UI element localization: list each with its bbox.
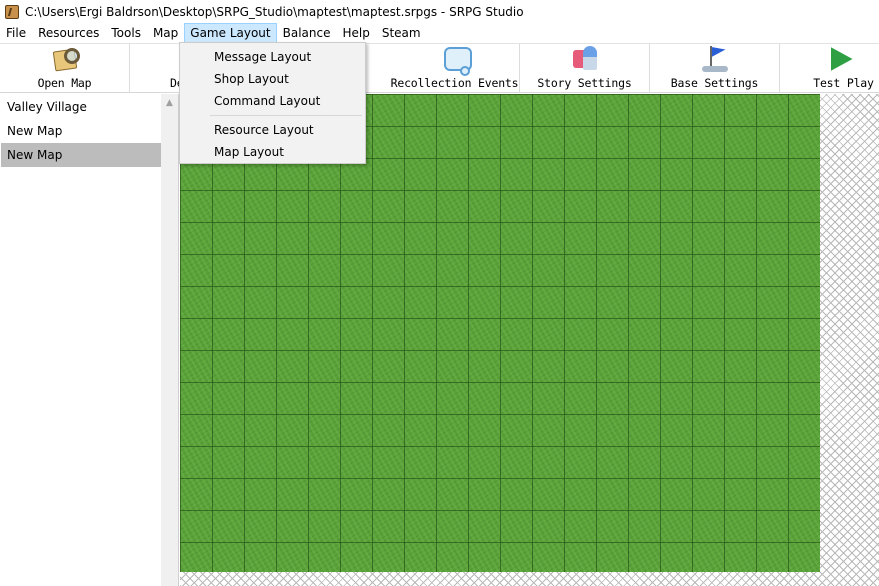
title-bar: C:\Users\Ergi Baldrson\Desktop\SRPG_Stud… [0, 0, 879, 23]
menu-item-map-layout[interactable]: Map Layout [181, 141, 364, 163]
menu-item-message-layout[interactable]: Message Layout [181, 46, 364, 68]
test-play-label: Test Play [813, 76, 874, 90]
menu-balance[interactable]: Balance [277, 23, 337, 43]
sidebar-scrollbar[interactable]: ▲ [161, 94, 178, 586]
menu-tools[interactable]: Tools [105, 23, 147, 43]
map-list-item[interactable]: New Map [1, 119, 161, 143]
map-magnifier-icon [50, 44, 80, 74]
menu-separator [210, 115, 362, 116]
flag-icon [700, 44, 730, 74]
menu-game-layout[interactable]: Game Layout [184, 23, 277, 43]
speech-bubble-icon [440, 44, 472, 76]
map-list-panel: Valley Village New Map New Map ▲ [0, 94, 179, 586]
map-list-item[interactable]: Valley Village [1, 95, 161, 119]
scroll-up-icon[interactable]: ▲ [161, 94, 178, 111]
recollection-events-button[interactable]: Recollection Events [390, 44, 520, 93]
recollection-events-label: Recollection Events [390, 76, 519, 90]
window-title: C:\Users\Ergi Baldrson\Desktop\SRPG_Stud… [25, 4, 524, 19]
menu-item-command-layout[interactable]: Command Layout [181, 90, 364, 112]
map-list-item-selected[interactable]: New Map [1, 143, 161, 167]
open-map-button[interactable]: Open Map [0, 44, 130, 93]
menu-file[interactable]: File [0, 23, 32, 43]
menu-help[interactable]: Help [336, 23, 375, 43]
base-settings-button[interactable]: Base Settings [650, 44, 780, 93]
story-scroll-icon [570, 44, 600, 74]
story-settings-button[interactable]: Story Settings [520, 44, 650, 93]
map-list: Valley Village New Map New Map [1, 95, 161, 167]
menu-resources[interactable]: Resources [32, 23, 105, 43]
open-map-label: Open Map [37, 76, 92, 90]
grass-tile-grid[interactable] [180, 94, 820, 572]
menu-map[interactable]: Map [147, 23, 184, 43]
story-settings-label: Story Settings [537, 76, 632, 90]
menu-steam[interactable]: Steam [376, 23, 427, 43]
menu-item-shop-layout[interactable]: Shop Layout [181, 68, 364, 90]
map-canvas[interactable] [180, 94, 879, 586]
toolbar: Open Map De Recollection Events Story Se… [0, 43, 879, 93]
menu-item-resource-layout[interactable]: Resource Layout [181, 119, 364, 141]
app-icon [5, 4, 19, 19]
base-settings-label: Base Settings [670, 76, 759, 90]
play-arrow-icon [825, 44, 855, 74]
test-play-button[interactable]: Test Play [780, 44, 879, 93]
menu-bar: File Resources Tools Map Game Layout Bal… [0, 23, 879, 43]
game-layout-dropdown: Message Layout Shop Layout Command Layou… [179, 42, 366, 164]
